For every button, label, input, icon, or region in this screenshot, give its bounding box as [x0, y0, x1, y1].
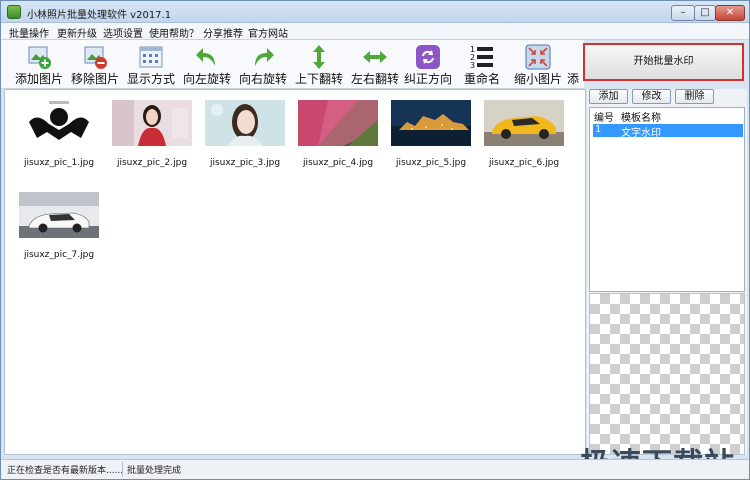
status-bar: 正在检查是否有最新版本...... 批量处理完成 — [1, 459, 749, 479]
app-icon — [7, 5, 21, 19]
image-filename: jisuxz_pic_5.jpg — [395, 158, 467, 168]
add-watermark-button[interactable]: 添 — [567, 41, 584, 88]
menu-options[interactable]: 选项设置 — [103, 25, 143, 40]
column-id: 编号 — [594, 113, 614, 124]
image-filename: jisuxz_pic_4.jpg — [302, 158, 374, 168]
image-thumbnail — [19, 100, 99, 146]
correct-orientation-label: 纠正方向 — [403, 72, 452, 86]
menu-update[interactable]: 更新升级 — [57, 25, 97, 40]
maximize-button[interactable]: □ — [694, 5, 716, 21]
app-window: 小林照片批量处理软件 v2017.1 – □ ✕ 批量操作 更新升级 选项设置 … — [0, 0, 750, 480]
shrink-image-icon — [525, 44, 551, 70]
status-batch-result: 批量处理完成 — [127, 466, 182, 476]
svg-text:3: 3 — [470, 61, 475, 70]
shrink-image-button[interactable]: 缩小图片 — [511, 41, 565, 88]
title-bar: 小林照片批量处理软件 v2017.1 – □ ✕ — [1, 1, 749, 23]
rotate-left-label: 向左旋转 — [182, 72, 231, 86]
flip-horizontal-label: 左右翻转 — [350, 72, 399, 86]
add-watermark-label: 添 — [567, 72, 580, 86]
image-thumbnail — [112, 100, 192, 146]
flip-vertical-label: 上下翻转 — [294, 72, 343, 86]
watermark-preview: 极速下载站 — [580, 293, 745, 480]
image-gallery: jisuxz_pic_1.jpg jisuxz_pic_2.jpg jisuxz… — [4, 89, 586, 455]
image-filename: jisuxz_pic_1.jpg — [23, 158, 95, 168]
template-id: 1 — [595, 124, 602, 135]
window-title: 小林照片批量处理软件 v2017.1 — [27, 10, 172, 21]
shrink-image-label: 缩小图片 — [513, 72, 562, 86]
remove-image-icon — [84, 46, 107, 69]
image-filename: jisuxz_pic_3.jpg — [209, 158, 281, 168]
template-list-header: 编号 模板名称 — [590, 108, 744, 124]
start-batch-watermark-button[interactable]: 开始批量水印 — [583, 43, 744, 81]
menu-batch[interactable]: 批量操作 — [9, 25, 49, 40]
template-list: 编号 模板名称 1 文字水印 — [589, 107, 745, 292]
correct-orientation-button[interactable]: 纠正方向 — [403, 41, 453, 88]
close-button[interactable]: ✕ — [715, 5, 745, 21]
flip-vertical-icon — [313, 45, 325, 69]
correct-orientation-icon — [416, 45, 440, 69]
display-mode-label: 显示方式 — [126, 72, 175, 86]
flip-vertical-button[interactable]: 上下翻转 — [291, 41, 347, 88]
status-divider — [122, 462, 123, 477]
rename-button[interactable]: 1 2 3 重命名 — [459, 41, 505, 88]
status-update-check: 正在检查是否有最新版本...... — [7, 466, 124, 476]
flip-horizontal-icon — [363, 51, 387, 63]
toolbar: 添加图片 移除图片 显示方式 向左旋转 向右旋转 上下翻转 左右翻转 纠正方向 … — [1, 40, 584, 89]
image-thumbnail — [484, 100, 564, 146]
grid-view-icon — [139, 46, 163, 68]
menu-website[interactable]: 官方网站 — [248, 25, 288, 40]
template-name: 文字水印 — [621, 128, 661, 139]
add-image-label: 添加图片 — [14, 72, 63, 86]
image-filename: jisuxz_pic_7.jpg — [23, 250, 95, 260]
image-filename: jisuxz_pic_2.jpg — [116, 158, 188, 168]
rotate-right-button[interactable]: 向右旋转 — [235, 41, 291, 88]
image-thumbnail — [19, 192, 99, 238]
rotate-left-button[interactable]: 向左旋转 — [179, 41, 235, 88]
image-filename: jisuxz_pic_6.jpg — [488, 158, 560, 168]
rename-icon: 1 2 3 — [470, 45, 493, 70]
template-panel: 添加 修改 删除 编号 模板名称 1 文字水印 极速下载站 — [580, 89, 747, 480]
image-thumbnail — [205, 100, 285, 146]
remove-image-label: 移除图片 — [70, 72, 119, 86]
add-image-icon — [28, 46, 51, 69]
menu-bar: 批量操作 更新升级 选项设置 使用帮助？ 分享推荐 官方网站 — [1, 23, 749, 40]
rename-label: 重命名 — [463, 72, 500, 86]
rotate-left-icon — [196, 48, 215, 66]
menu-share[interactable]: 分享推荐 — [203, 25, 243, 40]
menu-help[interactable]: 使用帮助？ — [149, 25, 199, 40]
column-name: 模板名称 — [621, 113, 661, 124]
add-template-button[interactable]: 添加 — [589, 89, 628, 104]
minimize-button[interactable]: – — [671, 5, 695, 21]
template-row[interactable]: 1 文字水印 — [593, 124, 743, 139]
display-mode-button[interactable]: 显示方式 — [123, 41, 179, 88]
rotate-right-label: 向右旋转 — [238, 72, 287, 86]
edit-template-button[interactable]: 修改 — [632, 89, 671, 104]
rotate-right-icon — [255, 48, 274, 66]
add-image-button[interactable]: 添加图片 — [11, 41, 67, 88]
remove-image-button[interactable]: 移除图片 — [67, 41, 123, 88]
flip-horizontal-button[interactable]: 左右翻转 — [347, 41, 403, 88]
image-thumbnail — [298, 100, 378, 146]
delete-template-button[interactable]: 删除 — [675, 89, 714, 104]
image-thumbnail — [391, 100, 471, 146]
